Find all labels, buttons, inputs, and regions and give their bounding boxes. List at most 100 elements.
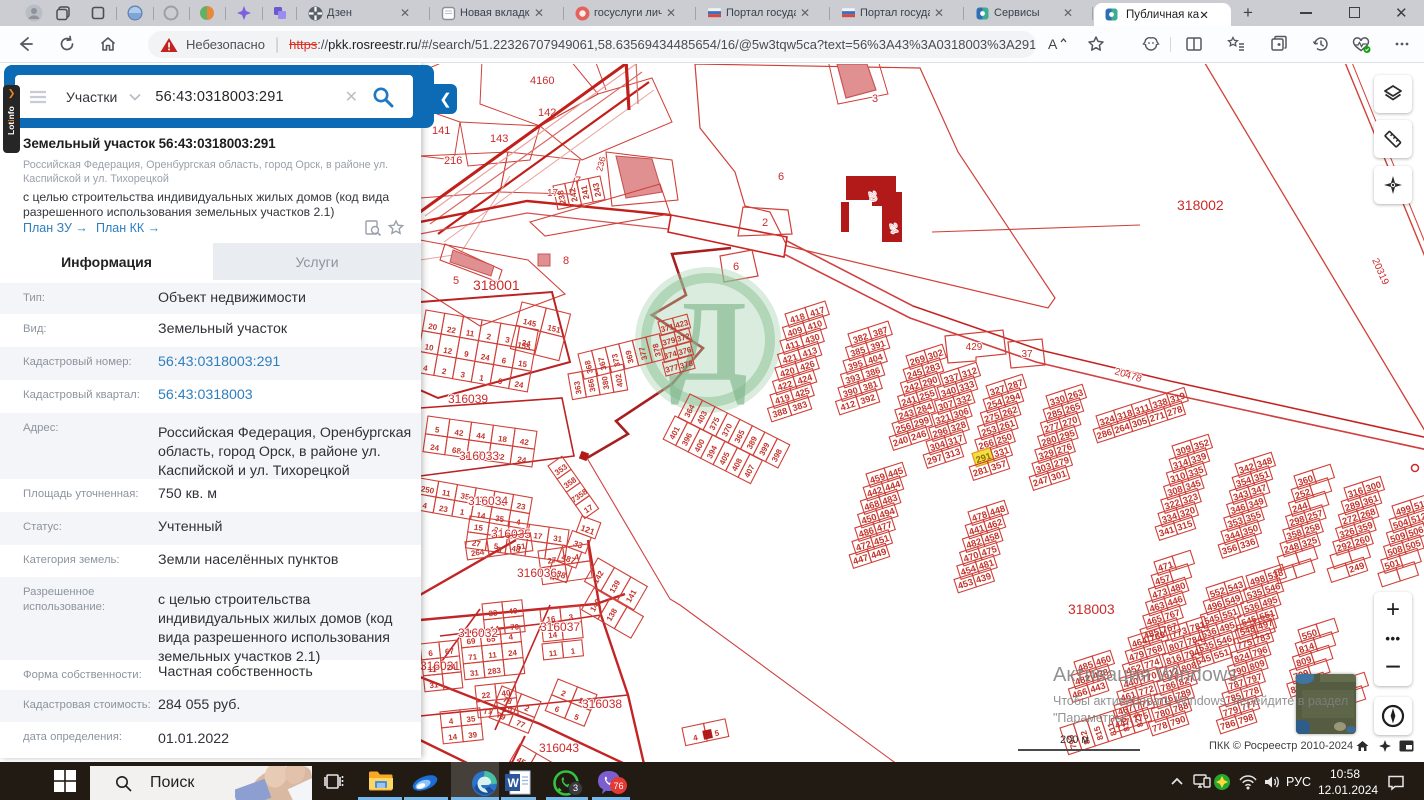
svg-text:A: A xyxy=(1048,36,1058,52)
svg-text:70: 70 xyxy=(510,622,520,632)
svg-text:4: 4 xyxy=(508,632,514,641)
svg-text:141: 141 xyxy=(432,125,450,137)
svg-text:1: 1 xyxy=(479,373,485,383)
svg-text:2: 2 xyxy=(486,332,492,342)
svg-text:5: 5 xyxy=(453,275,459,287)
svg-text:139: 139 xyxy=(608,578,623,595)
svg-text:363: 363 xyxy=(572,380,583,395)
svg-text:369: 369 xyxy=(624,349,636,365)
svg-text:3: 3 xyxy=(460,370,466,380)
svg-text:11: 11 xyxy=(548,648,558,658)
svg-text:6: 6 xyxy=(428,649,434,658)
svg-text:1: 1 xyxy=(570,647,576,656)
svg-text:18: 18 xyxy=(497,434,508,444)
svg-text:31: 31 xyxy=(553,534,564,544)
svg-text:24: 24 xyxy=(480,352,491,363)
svg-text:10: 10 xyxy=(424,342,435,353)
svg-text:429: 429 xyxy=(966,342,983,353)
svg-text:42: 42 xyxy=(454,428,465,438)
svg-text:2: 2 xyxy=(560,689,568,699)
svg-text:40: 40 xyxy=(508,606,518,616)
svg-text:3: 3 xyxy=(872,93,878,105)
svg-text:15: 15 xyxy=(473,523,484,533)
svg-text:4: 4 xyxy=(422,363,428,373)
svg-text:23: 23 xyxy=(438,504,449,515)
svg-text:402: 402 xyxy=(614,373,625,388)
svg-text:35: 35 xyxy=(466,714,476,724)
svg-text:141: 141 xyxy=(624,588,639,605)
svg-text:3: 3 xyxy=(505,335,511,345)
svg-text:2: 2 xyxy=(762,217,768,229)
svg-text:24: 24 xyxy=(508,648,518,658)
svg-text:5: 5 xyxy=(573,712,581,722)
svg-text:45: 45 xyxy=(515,755,528,762)
svg-text:24: 24 xyxy=(514,380,525,391)
svg-text:380: 380 xyxy=(600,375,611,390)
svg-text:368: 368 xyxy=(583,359,595,375)
svg-text:143: 143 xyxy=(490,133,508,145)
svg-text:24: 24 xyxy=(430,443,441,453)
svg-text:22: 22 xyxy=(481,690,491,700)
svg-text:11: 11 xyxy=(428,664,438,674)
svg-text:24: 24 xyxy=(888,223,900,235)
svg-text:444: 444 xyxy=(884,479,903,494)
svg-text:2: 2 xyxy=(441,367,447,377)
svg-text:24: 24 xyxy=(446,662,456,672)
svg-text:14: 14 xyxy=(476,510,487,521)
svg-text:24: 24 xyxy=(517,455,528,465)
svg-text:33: 33 xyxy=(488,608,498,618)
svg-text:23: 23 xyxy=(516,501,527,512)
svg-text:283: 283 xyxy=(487,666,502,676)
svg-text:373: 373 xyxy=(610,352,622,368)
svg-text:8: 8 xyxy=(563,255,569,267)
svg-text:42: 42 xyxy=(519,437,530,447)
svg-text:316032: 316032 xyxy=(458,626,498,640)
svg-text:814: 814 xyxy=(1298,641,1317,656)
svg-text:15: 15 xyxy=(517,359,528,370)
svg-text:6: 6 xyxy=(553,704,561,714)
svg-text:264: 264 xyxy=(1113,421,1132,436)
svg-text:250: 250 xyxy=(420,484,435,495)
svg-text:6: 6 xyxy=(501,356,507,366)
svg-text:51: 51 xyxy=(516,542,527,552)
svg-text:17: 17 xyxy=(533,531,544,541)
svg-text:138: 138 xyxy=(605,606,620,623)
svg-text:366: 366 xyxy=(586,377,597,392)
svg-text:4160: 4160 xyxy=(530,75,554,87)
svg-text:17: 17 xyxy=(582,502,595,515)
svg-text:11: 11 xyxy=(441,488,451,498)
svg-text:17: 17 xyxy=(547,188,559,199)
svg-text:316037: 316037 xyxy=(540,620,580,634)
svg-text:20478: 20478 xyxy=(1113,366,1143,385)
svg-text:216: 216 xyxy=(444,155,462,167)
svg-text:6: 6 xyxy=(778,171,784,183)
svg-text:9: 9 xyxy=(463,349,469,359)
svg-text:4: 4 xyxy=(448,717,454,726)
svg-text:37: 37 xyxy=(1021,349,1033,360)
svg-text:318003: 318003 xyxy=(1068,601,1115,617)
svg-text:316038: 316038 xyxy=(582,697,622,711)
svg-text:236: 236 xyxy=(594,155,608,172)
svg-text:5: 5 xyxy=(434,425,440,435)
svg-text:316043: 316043 xyxy=(539,741,579,755)
svg-text:121: 121 xyxy=(579,523,596,537)
svg-text:284: 284 xyxy=(915,401,934,416)
svg-text:264: 264 xyxy=(470,547,485,558)
svg-text:4: 4 xyxy=(692,733,699,743)
svg-text:1: 1 xyxy=(459,508,465,518)
svg-text:39: 39 xyxy=(468,730,478,740)
svg-text:318002: 318002 xyxy=(1177,197,1224,213)
svg-text:31: 31 xyxy=(469,668,479,678)
svg-text:67: 67 xyxy=(445,646,455,656)
svg-text:20: 20 xyxy=(867,191,879,203)
svg-text:9: 9 xyxy=(497,377,503,387)
svg-text:9: 9 xyxy=(497,545,503,555)
svg-text:367: 367 xyxy=(596,356,608,372)
svg-text:44: 44 xyxy=(476,431,487,441)
svg-text:316033: 316033 xyxy=(459,449,499,463)
svg-text:4: 4 xyxy=(574,552,580,562)
svg-text:71: 71 xyxy=(468,652,478,662)
svg-text:318001: 318001 xyxy=(473,277,520,293)
svg-text:W: W xyxy=(508,776,520,790)
svg-text:294: 294 xyxy=(1004,391,1023,406)
